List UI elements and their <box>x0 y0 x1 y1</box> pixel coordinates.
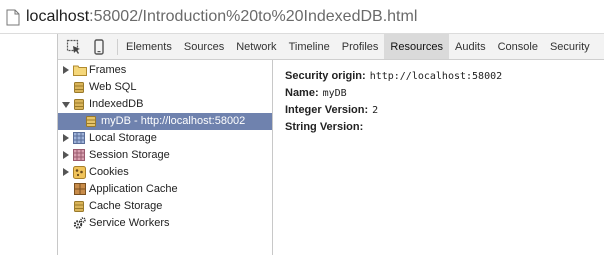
tree-item-application-cache[interactable]: Application Cache <box>58 181 272 198</box>
database-details: Security origin: http://localhost:58002 N… <box>285 68 502 136</box>
tree-item-label: Local Storage <box>89 132 157 144</box>
tree-item-label: Cookies <box>89 166 129 178</box>
expand-arrow-icon[interactable] <box>63 134 69 142</box>
address-bar: localhost:58002/Introduction%20to%20Inde… <box>0 0 604 34</box>
expand-arrow-icon[interactable] <box>63 168 69 176</box>
tab-profiles[interactable]: Profiles <box>336 34 385 59</box>
tree-item-label: IndexedDB <box>89 98 144 110</box>
tab-resources[interactable]: Resources <box>384 34 449 59</box>
url-host: localhost <box>26 8 90 25</box>
tree-item-frames[interactable]: Frames <box>58 62 272 79</box>
expand-arrow-icon[interactable] <box>63 151 69 159</box>
name-row: Name: myDB <box>285 85 502 102</box>
tree-item-local-storage[interactable]: Local Storage <box>58 130 272 147</box>
tree-item-mydb[interactable]: myDB - http://localhost:58002 <box>58 113 272 130</box>
name-label: Name: <box>285 87 319 99</box>
tree-item-label: Service Workers <box>89 217 170 229</box>
collapse-arrow-icon[interactable] <box>62 102 70 108</box>
tree-item-label: Frames <box>89 64 127 76</box>
tree-item-label: Application Cache <box>89 183 178 195</box>
tree-item-cookies[interactable]: Cookies <box>58 164 272 181</box>
tree-item-cache-storage[interactable]: Cache Storage <box>58 198 272 215</box>
devtools-toolbar: Elements Sources Network Timeline Profil… <box>58 34 604 60</box>
gears-icon <box>73 217 86 236</box>
security-origin-label: Security origin: <box>285 70 366 82</box>
resources-sidebar: Frames Web SQL IndexedDB myDB - http://l… <box>58 60 273 255</box>
inspect-element-icon[interactable] <box>66 39 82 60</box>
tab-audits[interactable]: Audits <box>449 34 492 59</box>
tree-item-label: Session Storage <box>89 149 170 161</box>
tree-item-indexeddb[interactable]: IndexedDB <box>58 96 272 113</box>
tab-security[interactable]: Security <box>544 34 596 59</box>
integer-version-label: Integer Version: <box>285 104 369 116</box>
device-mode-icon[interactable] <box>94 39 104 60</box>
tab-timeline[interactable]: Timeline <box>283 34 336 59</box>
tree-item-service-workers[interactable]: Service Workers <box>58 215 272 232</box>
url-path: :58002/Introduction%20to%20IndexedDB.htm… <box>89 8 418 25</box>
tree-item-label: Web SQL <box>89 81 137 93</box>
tab-elements[interactable]: Elements <box>120 34 178 59</box>
toolbar-separator <box>117 39 118 55</box>
document-icon <box>6 9 20 31</box>
url-field[interactable]: localhost:58002/Introduction%20to%20Inde… <box>26 6 417 28</box>
name-value: myDB <box>322 88 347 99</box>
integer-version-row: Integer Version: 2 <box>285 102 502 119</box>
integer-version-value: 2 <box>372 105 379 116</box>
string-version-label: String Version: <box>285 121 364 133</box>
tree-item-web-sql[interactable]: Web SQL <box>58 79 272 96</box>
string-version-row: String Version: <box>285 119 502 136</box>
security-origin-row: Security origin: http://localhost:58002 <box>285 68 502 85</box>
tab-sources[interactable]: Sources <box>178 34 230 59</box>
devtools-panel: Elements Sources Network Timeline Profil… <box>57 34 604 255</box>
tree-item-label: myDB - http://localhost:58002 <box>101 115 246 127</box>
tree-item-session-storage[interactable]: Session Storage <box>58 147 272 164</box>
security-origin-value: http://localhost:58002 <box>369 71 503 82</box>
tab-network[interactable]: Network <box>230 34 282 59</box>
tab-console[interactable]: Console <box>492 34 544 59</box>
tree-item-label: Cache Storage <box>89 200 163 212</box>
devtools-tabs: Elements Sources Network Timeline Profil… <box>120 34 596 59</box>
expand-arrow-icon[interactable] <box>63 66 69 74</box>
